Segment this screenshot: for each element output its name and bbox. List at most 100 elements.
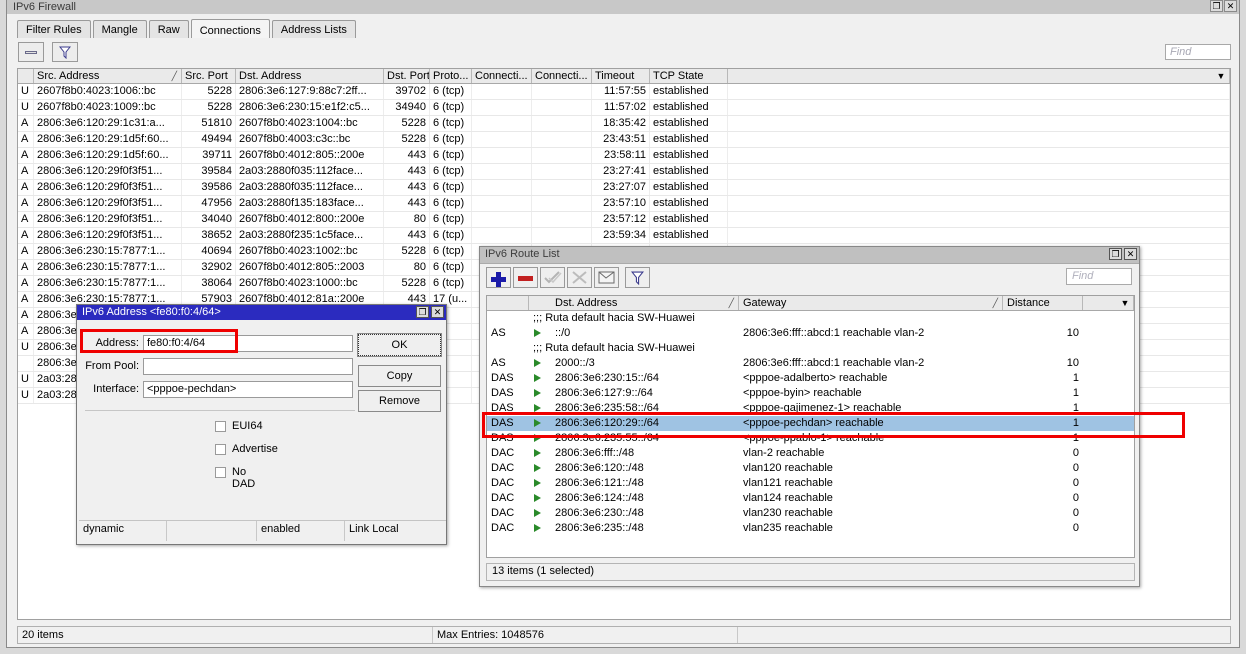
cell-route-extra — [1083, 491, 1134, 506]
cell-route-gateway: vlan124 reachable — [739, 491, 1003, 506]
col-route-dst-address[interactable]: Dst. Address ╱ — [551, 296, 739, 310]
enable-route-button[interactable] — [540, 267, 565, 288]
tab-filter-rules[interactable]: Filter Rules — [17, 20, 91, 40]
table-row[interactable]: DAC2806:3e6:120::/48vlan120 reachable0 — [487, 461, 1134, 476]
col-route-gateway[interactable]: Gateway ╱ — [739, 296, 1003, 310]
cell-route-extra — [1083, 461, 1134, 476]
cell-route-extra — [1083, 371, 1134, 386]
maximize-icon[interactable]: ❐ — [1109, 248, 1122, 260]
col-dst-address[interactable]: Dst. Address — [236, 69, 384, 83]
table-row[interactable]: DAS2806:3e6:120:29::/64<pppoe-pechdan> r… — [487, 416, 1134, 431]
interface-label-wrap: Interface: — [77, 382, 139, 399]
table-row[interactable]: DAC2806:3e6:230::/48vlan230 reachable0 — [487, 506, 1134, 521]
sort-indicator: ╱ — [993, 296, 998, 310]
cell-tcp-state: established — [650, 212, 728, 227]
col-src-address[interactable]: Src. Address ╱ — [34, 69, 182, 83]
eui64-checkbox[interactable] — [215, 421, 226, 432]
table-row[interactable]: AS::/02806:3e6:fff::abcd:1 reachable vla… — [487, 326, 1134, 341]
route-active-arrow-icon — [529, 431, 551, 446]
table-row[interactable]: A2806:3e6:120:29f0f3f51...395862a03:2880… — [18, 180, 1230, 196]
table-row[interactable]: DAS2806:3e6:127:9::/64<pppoe-byin> reach… — [487, 386, 1134, 401]
funnel-icon — [59, 46, 71, 59]
tab-raw[interactable]: Raw — [149, 20, 189, 40]
table-row[interactable]: A2806:3e6:120:29:1d5f:60...397112607f8b0… — [18, 148, 1230, 164]
no-dad-checkbox[interactable] — [215, 467, 226, 478]
cell-tcp-state: established — [650, 148, 728, 163]
col-route-distance[interactable]: Distance — [1003, 296, 1083, 310]
cell-protocol: 6 (tcp) — [430, 244, 472, 259]
cell-conn2 — [532, 132, 592, 147]
comment-route-button[interactable] — [594, 267, 619, 288]
table-row[interactable]: DAC2806:3e6:124::/48vlan124 reachable0 — [487, 491, 1134, 506]
add-route-button[interactable] — [486, 267, 511, 288]
cell-dst-port: 5228 — [384, 132, 430, 147]
table-row[interactable]: A2806:3e6:120:29:1c31:a...518102607f8b0:… — [18, 116, 1230, 132]
cell-flag: U — [18, 340, 34, 355]
advertise-checkbox[interactable] — [215, 444, 226, 455]
maximize-icon[interactable]: ❐ — [416, 306, 429, 318]
col-dst-port[interactable]: Dst. Port — [384, 69, 430, 83]
cell-timeout: 23:27:41 — [592, 164, 650, 179]
col-connection-1[interactable]: Connecti... — [472, 69, 532, 83]
ok-button[interactable]: OK — [358, 334, 441, 356]
cell-protocol: 6 (tcp) — [430, 260, 472, 275]
route-comment-row[interactable]: ;;; Ruta default hacia SW-Huawei — [487, 311, 1134, 326]
filter-routes-button[interactable] — [625, 267, 650, 288]
routes-table: Dst. Address ╱ Gateway ╱ Distance ▼ ;;; … — [486, 295, 1135, 558]
route-active-arrow-icon — [529, 371, 551, 386]
close-icon[interactable]: ✕ — [1124, 248, 1137, 260]
remove-button[interactable]: Remove — [358, 390, 441, 412]
col-tcp-state[interactable]: TCP State — [650, 69, 728, 83]
address-input[interactable]: fe80:f0:4/64 — [143, 335, 353, 352]
remove-route-button[interactable] — [513, 267, 538, 288]
cell-timeout: 23:43:51 — [592, 132, 650, 147]
chevron-down-icon[interactable]: ▼ — [1119, 297, 1131, 309]
table-row[interactable]: A2806:3e6:120:29f0f3f51...386522a03:2880… — [18, 228, 1230, 244]
from-pool-input[interactable] — [143, 358, 353, 375]
tab-address-lists[interactable]: Address Lists — [272, 20, 356, 40]
interface-label: Interface: — [93, 383, 139, 395]
close-icon[interactable]: ✕ — [1224, 0, 1237, 12]
close-icon[interactable]: ✕ — [431, 306, 444, 318]
triangle-right-icon — [534, 404, 541, 412]
cell-src-address: 2806:3e6:120:29:1d5f:60... — [34, 148, 182, 163]
cell-extra — [728, 196, 1230, 211]
cell-src-port: 5228 — [182, 100, 236, 115]
remove-button[interactable] — [18, 42, 44, 62]
cell-flag: A — [18, 148, 34, 163]
funnel-icon — [631, 271, 644, 285]
table-row[interactable]: A2806:3e6:120:29f0f3f51...395842a03:2880… — [18, 164, 1230, 180]
table-row[interactable]: AS2000::/32806:3e6:fff::abcd:1 reachable… — [487, 356, 1134, 371]
chevron-down-icon[interactable]: ▼ — [1215, 70, 1227, 82]
interface-input[interactable]: <pppoe-pechdan> — [143, 381, 353, 398]
table-row[interactable]: A2806:3e6:120:29:1d5f:60...494942607f8b0… — [18, 132, 1230, 148]
table-row[interactable]: DAS2806:3e6:235:58::/64<pppoe-gajimenez-… — [487, 401, 1134, 416]
maximize-icon[interactable]: ❐ — [1210, 0, 1223, 12]
table-row[interactable]: U2607f8b0:4023:1006::bc52282806:3e6:127:… — [18, 84, 1230, 100]
col-timeout[interactable]: Timeout — [592, 69, 650, 83]
filter-button[interactable] — [52, 42, 78, 62]
route-comment-row[interactable]: ;;; Ruta default hacia SW-Huawei — [487, 341, 1134, 356]
table-row[interactable]: DAC2806:3e6:235::/48vlan235 reachable0 — [487, 521, 1134, 536]
route-find-input[interactable]: Find — [1066, 268, 1132, 285]
table-row[interactable]: DAC2806:3e6:fff::/48vlan-2 reachable0 — [487, 446, 1134, 461]
table-row[interactable]: DAS2806:3e6:235:55::/64<pppoe-ppablo-1> … — [487, 431, 1134, 446]
table-row[interactable]: DAS2806:3e6:230:15::/64<pppoe-adalberto>… — [487, 371, 1134, 386]
route-active-arrow-icon — [529, 401, 551, 416]
col-protocol[interactable]: Proto... — [430, 69, 472, 83]
copy-button[interactable]: Copy — [358, 365, 441, 387]
col-route-flags[interactable] — [487, 296, 529, 310]
tab-mangle[interactable]: Mangle — [93, 20, 147, 40]
col-src-port[interactable]: Src. Port — [182, 69, 236, 83]
cell-route-distance: 0 — [1003, 446, 1083, 461]
col-flag[interactable] — [18, 69, 34, 83]
find-input[interactable]: Find — [1165, 44, 1231, 60]
cell-dst-port: 5228 — [384, 116, 430, 131]
col-connection-2[interactable]: Connecti... — [532, 69, 592, 83]
table-row[interactable]: DAC2806:3e6:121::/48vlan121 reachable0 — [487, 476, 1134, 491]
table-row[interactable]: A2806:3e6:120:29f0f3f51...479562a03:2880… — [18, 196, 1230, 212]
table-row[interactable]: A2806:3e6:120:29f0f3f51...340402607f8b0:… — [18, 212, 1230, 228]
from-pool-label-wrap: From Pool: — [77, 359, 139, 376]
disable-route-button[interactable] — [567, 267, 592, 288]
table-row[interactable]: U2607f8b0:4023:1009::bc52282806:3e6:230:… — [18, 100, 1230, 116]
